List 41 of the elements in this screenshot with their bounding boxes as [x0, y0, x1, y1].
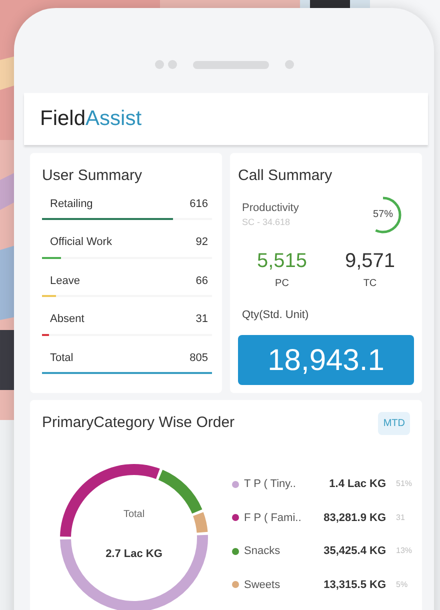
row-label: Absent	[50, 312, 84, 328]
legend-value: 83,281.9 KG	[322, 510, 386, 526]
speaker-icon	[192, 60, 268, 68]
legend-name: F P ( Fami..	[244, 510, 302, 526]
productivity-subtext: SC - 34.618	[242, 216, 292, 230]
row-label: Official Work	[50, 235, 112, 250]
card-title: PrimaryCategory Wise Order	[42, 413, 235, 434]
legend-share: 13%	[396, 545, 412, 558]
row-label: Total	[50, 350, 74, 366]
row-value: 805	[190, 350, 208, 366]
row-value: 66	[196, 274, 208, 289]
productivity-percent: 57%	[372, 208, 393, 222]
legend-value: 13,315.5 KG	[322, 578, 386, 593]
quantity-label: Qty(Std. Unit)	[242, 308, 310, 323]
legend-share: 5%	[396, 578, 408, 591]
legend-name: Snacks	[244, 544, 282, 560]
sensor-icon	[284, 60, 294, 69]
camera-dots-icon	[154, 60, 176, 69]
legend-value: 35,425.4 KG	[322, 544, 386, 560]
stat-value: 9,571	[344, 248, 396, 274]
productivity-label: Productivity	[242, 200, 299, 216]
donut-center-label: Total	[123, 508, 145, 522]
app-logo: FieldAssist	[40, 106, 142, 132]
donut-center-value: 2.7 Lac KG	[106, 547, 162, 562]
stat-value: 5,515	[256, 248, 308, 274]
row-label: Leave	[50, 274, 80, 289]
legend-share: 51%	[396, 478, 412, 490]
row-label: Retailing	[50, 196, 93, 212]
row-value: 616	[190, 196, 208, 212]
card-title: User Summary	[42, 166, 144, 186]
legend-name: T P ( Tiny..	[244, 477, 297, 492]
card-title: Call Summary	[238, 166, 334, 186]
stat-label: PC	[275, 276, 289, 291]
legend-name: Sweets	[244, 578, 282, 593]
row-value: 31	[196, 312, 208, 328]
period-badge[interactable]: MTD	[378, 412, 410, 436]
legend-value: 1.4 Lac KG	[328, 477, 386, 492]
legend-share: 31	[396, 512, 405, 524]
quantity-value: 18,943.1	[238, 335, 414, 386]
row-value: 92	[196, 235, 208, 250]
stat-label: TC	[363, 276, 377, 291]
